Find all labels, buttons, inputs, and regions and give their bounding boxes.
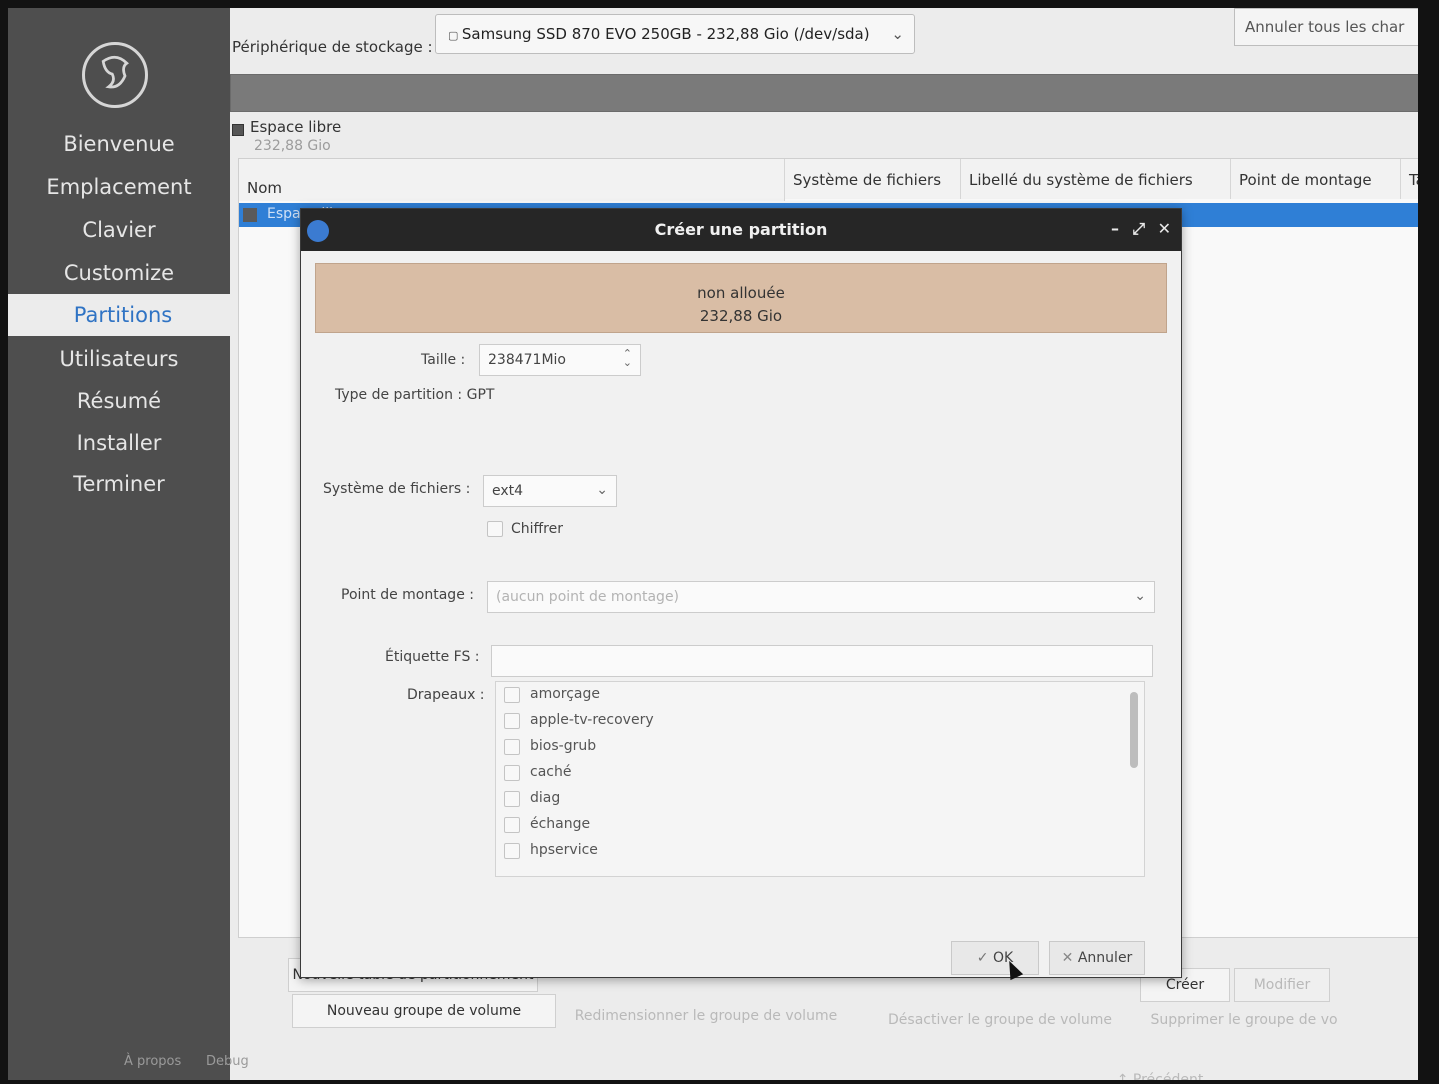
installer-window: Bienvenue Emplacement Clavier Customize …: [8, 8, 1418, 1080]
flag-checkbox[interactable]: [504, 713, 520, 729]
flag-checkbox[interactable]: [504, 765, 520, 781]
unallocated-size: 232,88 Gio: [699, 307, 783, 325]
flags-label: Drapeaux :: [407, 687, 485, 703]
sidebar-item-partitions: Partitions: [8, 294, 238, 336]
partition-bar: [230, 74, 1418, 112]
filesystem-value: ext4: [492, 483, 524, 499]
flag-label: hpservice: [530, 842, 598, 858]
cancel-button-label: Annuler: [1077, 950, 1133, 966]
flag-checkbox[interactable]: [504, 687, 520, 703]
flag-checkbox[interactable]: [504, 817, 520, 833]
revert-all-changes-button[interactable]: Annuler tous les char: [1234, 8, 1418, 46]
storage-device-label: Périphérique de stockage :: [232, 38, 433, 56]
fs-tag-input[interactable]: [491, 645, 1153, 677]
column-header-fs-label[interactable]: Libellé du système de fichiers: [961, 159, 1231, 199]
distro-logo-icon: [82, 42, 148, 108]
resize-volume-group-button[interactable]: Redimensionner le groupe de volume: [564, 1000, 848, 1034]
back-button[interactable]: ↑ Précédent: [1090, 1068, 1230, 1080]
flags-list: amorçage apple-tv-recovery bios-grub cac…: [495, 681, 1145, 877]
flag-label: diag: [530, 790, 561, 806]
column-header-name[interactable]: Nom: [239, 159, 785, 201]
flag-label: bios-grub: [530, 738, 597, 754]
free-space-swatch: [232, 124, 244, 136]
cancel-button[interactable]: ✕ Annuler: [1049, 941, 1145, 975]
create-partition-dialog: Créer une partition – ⤢ ✕ non allouée 23…: [300, 208, 1182, 978]
mount-point-label: Point de montage :: [341, 587, 474, 603]
sidebar-item-utilisateurs: Utilisateurs: [59, 347, 179, 371]
sidebar-item-installer: Installer: [76, 431, 162, 455]
chevron-down-icon: ⌄: [1134, 588, 1146, 604]
mount-point-select[interactable]: (aucun point de montage) ⌄: [487, 581, 1155, 613]
filesystem-select[interactable]: ext4 ⌄: [483, 475, 617, 507]
flag-label: caché: [530, 764, 572, 780]
filesystem-label: Système de fichiers :: [323, 481, 471, 497]
new-volume-group-button[interactable]: Nouveau groupe de volume: [292, 994, 556, 1028]
unallocated-preview: non allouée 232,88 Gio: [315, 263, 1167, 333]
sidebar-item-resume: Résumé: [76, 389, 162, 413]
sidebar: Bienvenue Emplacement Clavier Customize …: [8, 8, 249, 1080]
deactivate-volume-group-button[interactable]: Désactiver le groupe de volume: [860, 1004, 1140, 1038]
close-icon[interactable]: ✕: [1158, 219, 1171, 238]
minimize-icon[interactable]: –: [1111, 219, 1119, 238]
sidebar-item-terminer: Terminer: [73, 472, 165, 496]
ok-button[interactable]: ✓ OK: [951, 941, 1039, 975]
flag-checkbox[interactable]: [504, 739, 520, 755]
close-icon: ✕: [1061, 950, 1074, 966]
free-space-swatch: [243, 208, 257, 222]
spin-arrows-icon[interactable]: ⌃ ⌄: [623, 348, 632, 368]
column-header-filesystem[interactable]: Système de fichiers: [785, 159, 961, 199]
flag-checkbox[interactable]: [504, 791, 520, 807]
partition-type-label: Type de partition : GPT: [335, 387, 495, 403]
maximize-icon[interactable]: ⤢: [1132, 219, 1145, 239]
legend-size: 232,88 Gio: [254, 138, 331, 154]
back-button-label: Précédent: [1132, 1072, 1204, 1080]
sidebar-item-bienvenue: Bienvenue: [63, 132, 175, 156]
flag-label: échange: [530, 816, 591, 832]
storage-device-value: Samsung SSD 870 EVO 250GB - 232,88 Gio (…: [461, 25, 870, 43]
storage-device-select[interactable]: ▢ Samsung SSD 870 EVO 250GB - 232,88 Gio…: [435, 14, 915, 54]
size-label: Taille :: [421, 352, 466, 368]
size-value: 238471Mio: [488, 352, 566, 368]
column-header-mount-point[interactable]: Point de montage: [1231, 159, 1401, 199]
sidebar-footer: À propos Debug: [8, 1054, 249, 1074]
flag-label: apple-tv-recovery: [530, 712, 654, 728]
check-icon: ✓: [976, 950, 989, 966]
edit-button[interactable]: Modifier: [1234, 968, 1330, 1002]
dialog-title-bar: Créer une partition – ⤢ ✕: [301, 209, 1181, 251]
encrypt-checkbox[interactable]: [487, 521, 503, 537]
flag-label: amorçage: [530, 686, 601, 702]
disk-icon: ▢: [448, 29, 462, 42]
fs-tag-label: Étiquette FS :: [385, 649, 480, 665]
chevron-down-icon: ⌄: [596, 482, 608, 498]
dialog-title: Créer une partition: [654, 220, 828, 239]
column-header-size[interactable]: Ta: [1401, 159, 1418, 199]
flag-checkbox[interactable]: [504, 843, 520, 859]
legend-name: Espace libre: [250, 118, 342, 136]
chevron-down-icon: ⌄: [891, 25, 904, 43]
sidebar-item-emplacement: Emplacement: [46, 175, 192, 199]
unallocated-label: non allouée: [697, 284, 785, 302]
flags-scrollbar[interactable]: [1130, 692, 1138, 768]
app-icon: [307, 220, 329, 242]
sidebar-item-clavier: Clavier: [82, 218, 156, 242]
about-button[interactable]: À propos: [124, 1054, 181, 1069]
size-spinbox[interactable]: 238471Mio ⌃ ⌄: [479, 344, 641, 376]
encrypt-label: Chiffrer: [511, 521, 564, 537]
sidebar-item-customize: Customize: [63, 261, 175, 285]
mount-point-value: (aucun point de montage): [496, 589, 680, 605]
remove-volume-group-button[interactable]: Supprimer le groupe de vo: [1150, 1004, 1338, 1038]
